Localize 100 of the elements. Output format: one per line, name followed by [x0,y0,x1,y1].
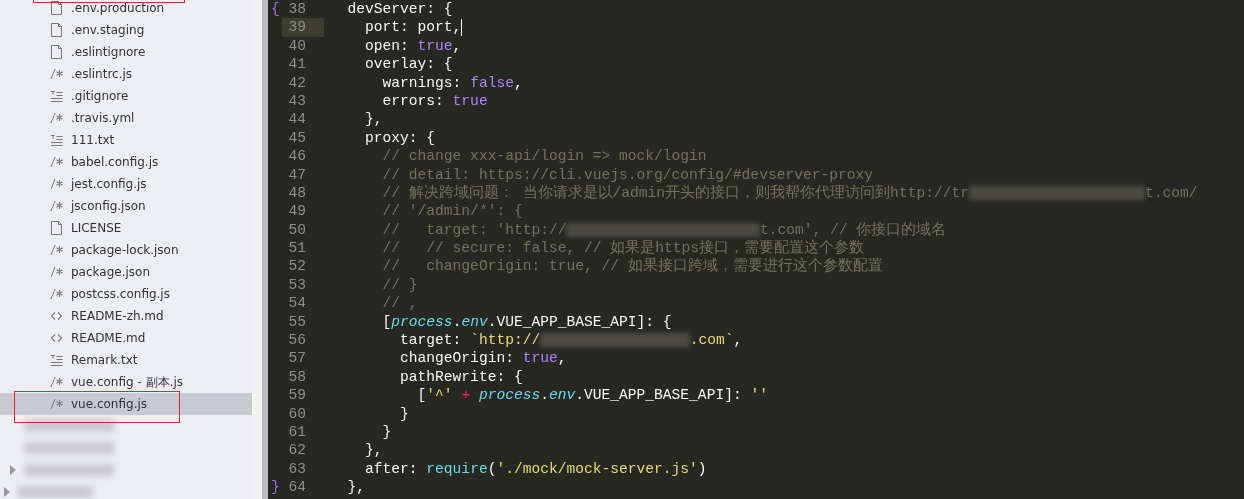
code-line: port: port, [364,18,463,37]
code-file-icon [50,397,63,411]
code-line: // , [381,294,418,313]
file-name: package.json [71,264,150,281]
line-number: 58 [287,367,307,387]
line-number: 59 [287,386,307,405]
file-name: README.md [71,330,146,347]
text-file-icon [50,353,63,367]
expander-arrow-icon[interactable] [10,465,16,475]
text-file-icon [50,89,63,103]
line-number: 43 [287,91,307,111]
text-file-icon [50,133,63,147]
file-item[interactable]: jest.config.js [0,173,252,195]
line-number: 56 [287,331,307,350]
code-line: overlay: { [364,55,453,74]
code-file-icon [50,287,63,301]
file-icon [50,45,63,59]
code-line: }, [364,110,383,129]
line-number: 64 [287,478,307,497]
file-name: .env.staging [71,22,145,39]
file-item[interactable]: LICENSE [0,217,252,239]
code-line: errors: true [381,91,488,111]
fold-marker[interactable]: { [268,0,282,19]
file-item[interactable]: .env.production [0,0,252,19]
line-number: 45 [287,128,307,148]
file-name: jest.config.js [71,176,147,193]
file-item[interactable]: Remark.txt [0,349,252,371]
file-item[interactable]: 111.txt [0,129,252,151]
file-item[interactable]: .travis.yml [0,107,252,129]
code-line: }, [364,441,383,460]
line-number: 54 [287,294,307,313]
line-number: 60 [287,404,307,423]
line-number: 62 [287,441,307,460]
file-icon [50,221,63,235]
code-line: target: `http:// .com`, [399,331,743,350]
code-line: // change xxx-api/login => mock/login [381,147,707,166]
expander-arrow-icon[interactable] [4,487,10,497]
file-item[interactable]: vue.config.js [0,393,252,415]
file-name: babel.config.js [71,154,159,171]
file-name: package-lock.json [71,242,179,259]
code-line: // 解决跨域问题： 当你请求是以/admin开头的接口，则我帮你代理访问到http://tr t.com/ [381,183,1198,203]
code-line: ['^' + process.env.VUE_APP_BASE_API]: '' [416,386,768,405]
file-name: .env.production [71,0,165,17]
line-number: 61 [287,423,307,442]
code-line: // } [381,275,418,295]
file-name: vue.config.js [71,396,148,413]
line-number: 51 [287,239,307,258]
file-item[interactable]: postcss.config.js [0,283,252,305]
file-item[interactable]: README.md [0,327,252,349]
file-name: postcss.config.js [71,286,170,303]
file-name: Remark.txt [71,352,138,369]
code-line: // '/admin/*': { [381,202,523,221]
file-name: jsconfig.json [71,198,146,215]
file-item[interactable]: package-lock.json [0,239,252,261]
code-line: } [381,423,392,442]
code-line: }, [346,478,366,497]
file-item[interactable]: vue.config - 副本.js [0,371,252,393]
file-name: LICENSE [71,220,122,237]
file-item[interactable]: .eslintrc.js [0,63,252,85]
code-line: // detail: https://cli.vuejs.org/config/#devserver-proxy [381,165,873,184]
file-name: vue.config - 副本.js [71,374,183,391]
line-number: 52 [287,257,307,276]
file-icon [50,23,63,37]
fold-marker[interactable]: } [268,478,282,497]
line-number: 40 [287,36,307,56]
file-icon [50,1,63,15]
code-line: devServer: { [346,0,453,19]
line-number: 48 [287,183,307,203]
code-file-icon [50,67,63,81]
file-item[interactable]: .gitignore [0,85,252,107]
code-file-icon [50,265,63,279]
code-line: warnings: false, [381,73,523,92]
code-file-icon [50,375,63,389]
file-item[interactable]: .env.staging [0,19,252,41]
code-line: pathRewrite: { [399,367,523,387]
code-line: // // secure: false, // 如果是https接口，需要配置这个参数 [381,239,865,257]
file-name: .travis.yml [71,110,135,127]
file-item[interactable]: jsconfig.json [0,195,252,217]
code-file-icon [50,199,63,213]
file-item[interactable]: README-zh.md [0,305,252,327]
text-cursor [461,19,463,37]
line-number: 41 [287,55,307,74]
file-name: .gitignore [71,88,129,105]
code-line: proxy: { [364,128,436,148]
code-line: // changeOrigin: true, // 如果接口跨域，需要进行这个参数配置 [381,257,883,276]
file-name: 111.txt [71,132,115,149]
line-number: 53 [287,275,307,295]
file-name: README-zh.md [71,308,164,325]
markup-file-icon [50,309,63,323]
line-number: 46 [287,147,307,166]
file-item[interactable]: package.json [0,261,252,283]
file-item[interactable]: .eslintignore [0,41,252,63]
code-line: [process.env.VUE_APP_BASE_API]: { [381,312,672,332]
line-number: 38 [287,0,307,19]
code-file-icon [50,155,63,169]
file-name: .eslintignore [71,44,146,61]
code-file-icon [50,177,63,191]
file-item[interactable]: babel.config.js [0,151,252,173]
code-line: changeOrigin: true, [399,349,567,368]
code-file-icon [50,243,63,257]
